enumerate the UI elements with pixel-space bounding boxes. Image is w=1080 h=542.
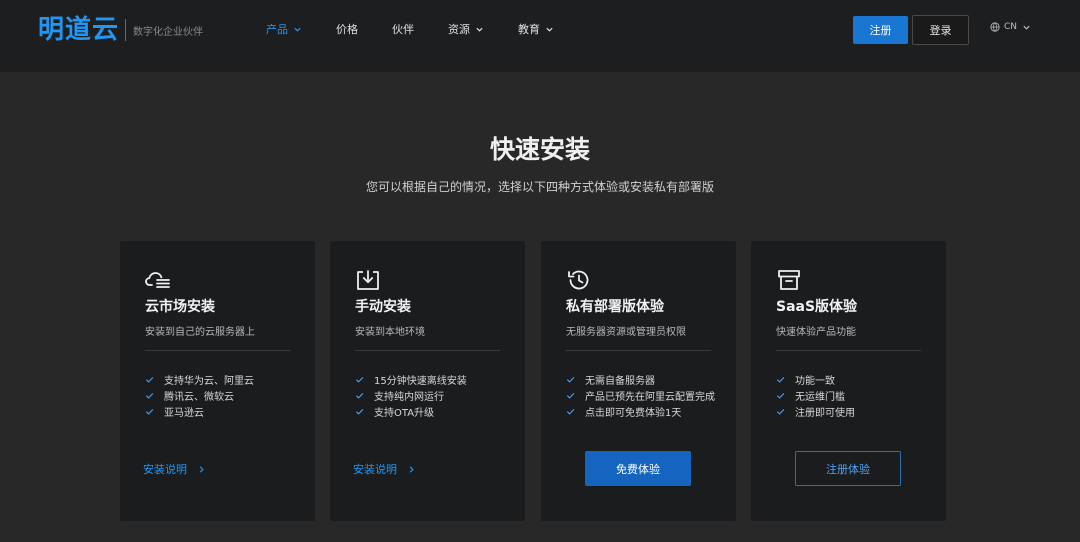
feature-list: 无需自备服务器 产品已预先在阿里云配置完成 点击即可免费体验1天 xyxy=(566,371,715,419)
feature-text: 15分钟快速离线安装 xyxy=(374,375,467,387)
free-trial-button[interactable]: 免费体验 xyxy=(585,451,691,486)
page-subtitle: 您可以根据自己的情况，选择以下四种方式体验或安装私有部署版 xyxy=(365,180,714,194)
download-box-icon xyxy=(357,270,379,290)
install-card-cloud-market: 云市场安装 安装到自己的云服务器上 支持华为云、阿里云 腾讯云、微软云 亚马逊云… xyxy=(120,241,315,521)
feature-list: 15分钟快速离线安装 支持纯内网运行 支持OTA升级 xyxy=(355,371,467,419)
feature-list: 支持华为云、阿里云 腾讯云、微软云 亚马逊云 xyxy=(145,371,254,419)
feature-list: 功能一致 无运维门槛 注册即可使用 xyxy=(776,371,855,419)
archive-box-icon xyxy=(778,270,800,290)
nav-item-label: 伙伴 xyxy=(392,23,414,36)
card-description: 安装到自己的云服务器上 xyxy=(145,327,255,338)
card-divider xyxy=(355,350,500,351)
nav-item-label: 产品 xyxy=(266,23,288,36)
feature-text: 无需自备服务器 xyxy=(585,375,655,387)
feature-item: 产品已预先在阿里云配置完成 xyxy=(566,387,715,403)
feature-item: 亚马逊云 xyxy=(145,403,254,419)
check-icon xyxy=(355,392,364,399)
feature-text: 支持OTA升级 xyxy=(374,407,435,419)
main-nav: 产品 价格 伙伴 资源 教育 xyxy=(266,21,588,37)
language-label: CN xyxy=(1004,22,1018,32)
card-description: 安装到本地环境 xyxy=(355,327,425,338)
feature-item: 15分钟快速离线安装 xyxy=(355,371,467,387)
language-selector[interactable]: CN xyxy=(990,22,1031,32)
install-card-manual: 手动安装 安装到本地环境 15分钟快速离线安装 支持纯内网运行 支持OTA升级 … xyxy=(330,241,525,521)
install-guide-link[interactable]: 安装说明 xyxy=(143,461,206,477)
feature-item: 支持纯内网运行 xyxy=(355,387,467,403)
feature-text: 腾讯云、微软云 xyxy=(164,391,234,403)
check-icon xyxy=(145,408,154,415)
feature-item: 点击即可免费体验1天 xyxy=(566,403,715,419)
feature-item: 功能一致 xyxy=(776,371,855,387)
check-icon xyxy=(355,408,364,415)
feature-text: 无运维门槛 xyxy=(795,391,845,403)
install-card-saas: SaaS版体验 快速体验产品功能 功能一致 无运维门槛 注册即可使用 注册体验 xyxy=(751,241,946,521)
feature-text: 支持纯内网运行 xyxy=(374,391,444,403)
feature-text: 支持华为云、阿里云 xyxy=(164,375,254,387)
check-icon xyxy=(355,376,364,383)
card-description: 无服务器资源或管理员权限 xyxy=(566,327,686,338)
feature-text: 点击即可免费体验1天 xyxy=(585,407,682,419)
chevron-right-icon xyxy=(409,465,414,473)
logo-divider xyxy=(125,19,127,41)
card-description: 快速体验产品功能 xyxy=(776,327,856,338)
nav-item-label: 教育 xyxy=(518,23,540,36)
chevron-down-icon xyxy=(546,27,553,32)
chevron-down-icon xyxy=(294,27,301,32)
register-trial-button[interactable]: 注册体验 xyxy=(795,451,901,486)
card-title: SaaS版体验 xyxy=(776,299,858,315)
nav-item-products[interactable]: 产品 xyxy=(266,21,302,37)
install-card-private-trial: 私有部署版体验 无服务器资源或管理员权限 无需自备服务器 产品已预先在阿里云配置… xyxy=(541,241,736,521)
feature-item: 支持OTA升级 xyxy=(355,403,467,419)
check-icon xyxy=(145,376,154,383)
history-clock-icon xyxy=(568,270,589,290)
check-icon xyxy=(566,392,575,399)
card-divider xyxy=(776,350,921,351)
check-icon xyxy=(776,408,785,415)
chevron-down-icon xyxy=(476,27,483,32)
card-title: 私有部署版体验 xyxy=(566,299,664,315)
register-button[interactable]: 注册 xyxy=(853,16,908,44)
feature-text: 产品已预先在阿里云配置完成 xyxy=(585,391,715,403)
feature-item: 无运维门槛 xyxy=(776,387,855,403)
login-button[interactable]: 登录 xyxy=(912,15,969,45)
logo-slogan: 数字化企业伙伴 xyxy=(133,26,204,38)
cloud-list-icon xyxy=(145,272,170,288)
feature-item: 无需自备服务器 xyxy=(566,371,715,387)
nav-item-label: 价格 xyxy=(336,23,358,36)
feature-text: 注册即可使用 xyxy=(795,407,855,419)
check-icon xyxy=(566,408,575,415)
card-title: 手动安装 xyxy=(355,299,411,315)
nav-item-partners[interactable]: 伙伴 xyxy=(392,21,414,37)
check-icon xyxy=(566,376,575,383)
nav-item-label: 资源 xyxy=(448,23,470,36)
card-divider xyxy=(566,350,711,351)
install-guide-link[interactable]: 安装说明 xyxy=(353,461,416,477)
check-icon xyxy=(776,376,785,383)
nav-item-education[interactable]: 教育 xyxy=(518,21,554,37)
check-icon xyxy=(145,392,154,399)
feature-text: 功能一致 xyxy=(795,375,835,387)
link-label: 安装说明 xyxy=(143,463,187,476)
link-label: 安装说明 xyxy=(353,463,397,476)
feature-item: 支持华为云、阿里云 xyxy=(145,371,254,387)
card-divider xyxy=(145,350,290,351)
brand-logo[interactable]: 明道云 数字化企业伙伴 xyxy=(38,15,203,45)
check-icon xyxy=(776,392,785,399)
feature-text: 亚马逊云 xyxy=(164,407,204,419)
chevron-right-icon xyxy=(199,465,204,473)
logo-text: 明道云 xyxy=(38,15,120,45)
feature-item: 注册即可使用 xyxy=(776,403,855,419)
feature-item: 腾讯云、微软云 xyxy=(145,387,254,403)
globe-icon xyxy=(990,22,1000,32)
page-title: 快速安装 xyxy=(489,135,590,164)
nav-item-pricing[interactable]: 价格 xyxy=(336,21,358,37)
nav-item-resources[interactable]: 资源 xyxy=(448,21,484,37)
chevron-down-icon xyxy=(1023,25,1030,30)
top-header: 明道云 数字化企业伙伴 产品 价格 伙伴 资源 教育 注册 登录 CN xyxy=(0,0,1080,72)
card-title: 云市场安装 xyxy=(145,299,215,315)
